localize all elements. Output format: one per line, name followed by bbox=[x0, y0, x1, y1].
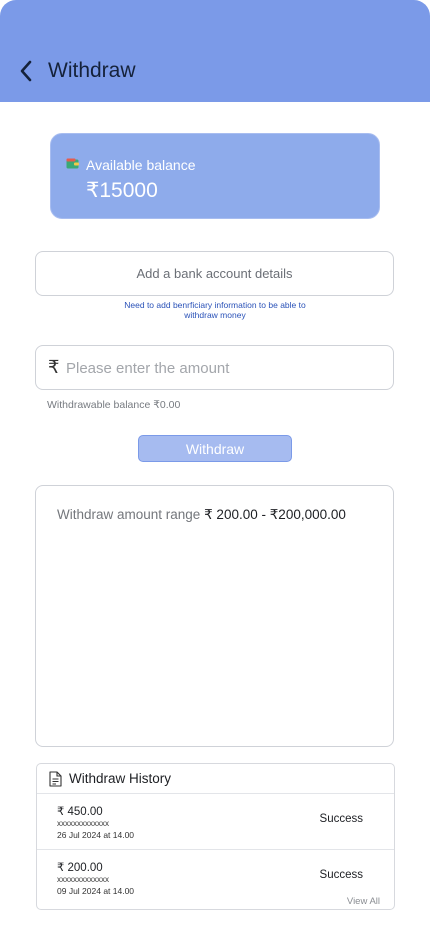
balance-amount: ₹15000 bbox=[86, 179, 158, 202]
history-item[interactable]: ₹ 200.00 xxxxxxxxxxxxx 09 Jul 2024 at 14… bbox=[37, 851, 394, 906]
amount-input[interactable] bbox=[66, 354, 381, 382]
app-header: Withdraw bbox=[0, 0, 430, 102]
history-title: Withdraw History bbox=[69, 771, 172, 786]
wallet-icon bbox=[66, 158, 79, 169]
withdraw-range-panel: Withdraw amount range ₹ 200.00 - ₹200,00… bbox=[35, 485, 394, 747]
history-amount: ₹ 200.00 bbox=[57, 862, 103, 874]
balance-label: Available balance bbox=[86, 157, 196, 173]
history-date: 09 Jul 2024 at 14.00 bbox=[57, 886, 135, 896]
history-date: 26 Jul 2024 at 14.00 bbox=[57, 830, 135, 840]
history-status: Success bbox=[319, 869, 363, 881]
balance-card: Available balance ₹15000 bbox=[50, 133, 380, 219]
chevron-left-icon bbox=[20, 60, 32, 82]
history-amount: ₹ 450.00 bbox=[57, 806, 103, 818]
bank-info-note: Need to add benrficiary information to b… bbox=[124, 300, 306, 320]
back-button[interactable] bbox=[14, 58, 38, 84]
withdraw-range: Withdraw amount range ₹ 200.00 - ₹200,00… bbox=[57, 507, 346, 523]
rupee-icon: ₹ bbox=[48, 357, 60, 377]
history-item[interactable]: ₹ 450.00 xxxxxxxxxxxxx 26 Jul 2024 at 14… bbox=[37, 795, 394, 850]
range-value: ₹ 200.00 - ₹200,000.00 bbox=[204, 507, 346, 522]
history-header: Withdraw History bbox=[37, 764, 394, 794]
page-title: Withdraw bbox=[48, 59, 136, 82]
history-account: xxxxxxxxxxxxx bbox=[57, 819, 109, 828]
withdrawable-balance: Withdrawable balance ₹0.00 bbox=[47, 399, 181, 411]
range-label: Withdraw amount range bbox=[57, 507, 201, 522]
history-account: xxxxxxxxxxxxx bbox=[57, 875, 109, 884]
amount-field[interactable]: ₹ bbox=[35, 345, 394, 390]
withdraw-button[interactable]: Withdraw bbox=[138, 435, 292, 462]
add-bank-account-button[interactable]: Add a bank account details bbox=[35, 251, 394, 296]
history-status: Success bbox=[319, 813, 363, 825]
withdraw-history: Withdraw History ₹ 450.00 xxxxxxxxxxxxx … bbox=[36, 763, 395, 910]
view-all-link[interactable]: View All bbox=[347, 896, 380, 907]
document-icon bbox=[49, 771, 62, 787]
